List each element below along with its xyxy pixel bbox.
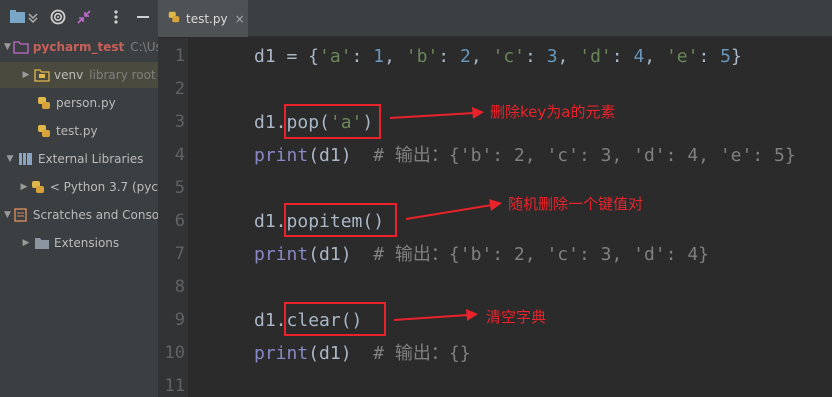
tree-item-test-py[interactable]: test.py <box>0 118 158 144</box>
tree-item-scratches[interactable]: ▼ Scratches and Conso <box>0 202 158 228</box>
project-name: pycharm_test <box>32 40 125 54</box>
expand-arrow-icon[interactable]: ▶ <box>20 238 32 248</box>
folder-icon <box>13 40 29 54</box>
library-icon <box>18 152 34 166</box>
expand-arrow-icon[interactable]: ▶ <box>20 70 32 80</box>
project-path: C:\Us <box>130 40 158 54</box>
annotation-popitem: 随机删除一个键值对 <box>508 195 644 213</box>
tree-item-python-sdk[interactable]: ▶ < Python 3.7 (pyc <box>0 174 158 200</box>
python-file-icon <box>36 96 52 110</box>
arrow-icon <box>405 199 502 220</box>
folder-icon <box>34 68 50 82</box>
target-icon[interactable] <box>49 8 67 26</box>
tree-item-person-py[interactable]: person.py <box>0 90 158 116</box>
expand-arrow-icon[interactable]: ▼ <box>4 42 11 52</box>
annotation-pop: 删除key为a的元素 <box>490 103 616 121</box>
code-editor[interactable]: test.py × 1 2 3 4 5 6 7 8 9 10 11 d1 = {… <box>158 0 832 397</box>
collapse-icon[interactable] <box>27 8 39 26</box>
tree-item-venv[interactable]: ▶ venv library root <box>0 62 158 88</box>
arrow-icon <box>389 107 484 119</box>
tree-item-label: Extensions <box>54 236 120 250</box>
expand-arrow-icon[interactable]: ▼ <box>4 154 16 164</box>
annotation-clear: 清空字典 <box>486 308 547 326</box>
tree-item-label: person.py <box>56 96 116 110</box>
annotation-arrows <box>389 107 502 321</box>
project-panel: ▼ pycharm_test C:\Us ▶ venv library root… <box>0 0 158 397</box>
python-file-icon <box>36 124 52 138</box>
shrink-icon[interactable] <box>76 8 92 26</box>
tree-item-label: venv <box>54 68 84 82</box>
expand-arrow-icon[interactable]: ▼ <box>4 210 11 220</box>
python-icon <box>30 180 46 194</box>
folder-icon <box>34 236 50 250</box>
library-root-note: library root <box>89 68 156 82</box>
minimize-icon[interactable] <box>136 8 150 26</box>
tree-item-external-libraries[interactable]: ▼ External Libraries <box>0 146 158 172</box>
tree-item-label: Scratches and Conso <box>32 208 158 222</box>
tree-item-label: External Libraries <box>38 152 144 166</box>
tree-item-pycharm-test[interactable]: ▼ pycharm_test C:\Us <box>0 34 158 60</box>
expand-arrow-icon[interactable]: ▶ <box>20 182 28 192</box>
tree-item-extensions[interactable]: ▶ Extensions <box>0 230 158 256</box>
project-toolbar <box>0 0 158 34</box>
scratch-icon <box>13 208 29 222</box>
tree-item-label: test.py <box>56 124 98 138</box>
more-icon[interactable] <box>110 8 122 26</box>
project-view-icon[interactable] <box>10 8 26 26</box>
tree-item-label: < Python 3.7 (pyc <box>49 180 158 194</box>
arrow-icon <box>393 309 478 321</box>
